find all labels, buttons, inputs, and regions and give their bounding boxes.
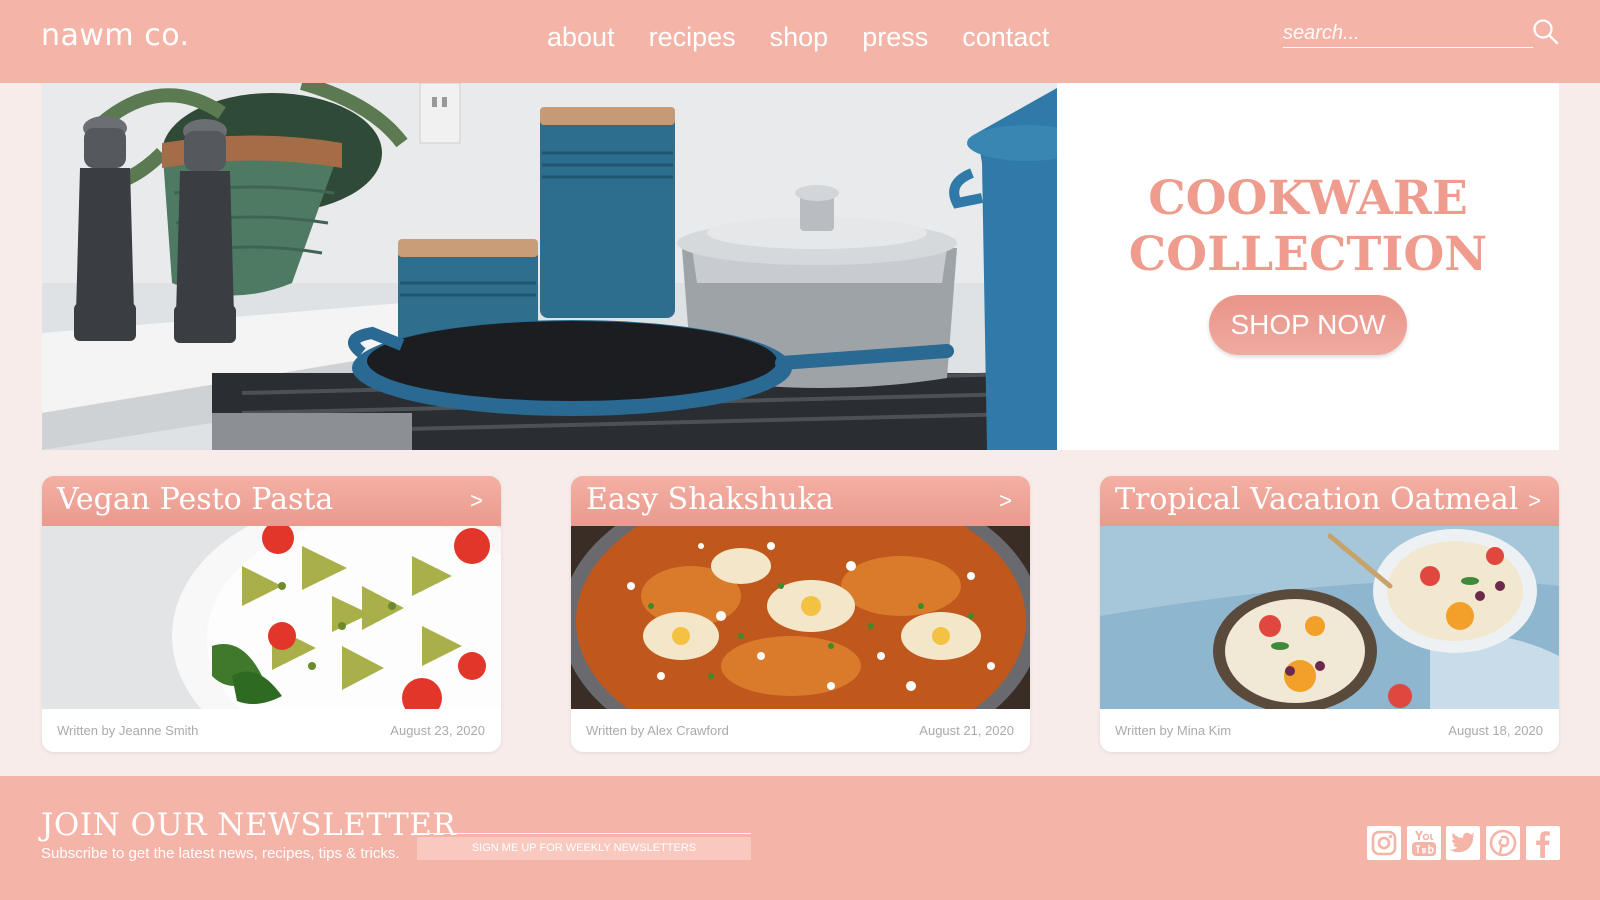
pesto-pasta-photo xyxy=(42,526,501,709)
card-date: August 18, 2020 xyxy=(1448,723,1543,738)
nav-shop[interactable]: shop xyxy=(770,22,829,53)
chevron-right-icon[interactable]: > xyxy=(470,488,483,514)
search-icon[interactable] xyxy=(1532,18,1560,46)
card-header[interactable]: Tropical Vacation Oatmeal > xyxy=(1100,476,1559,526)
card-header[interactable]: Easy Shakshuka > xyxy=(571,476,1030,526)
card-author: Written by Alex Crawford xyxy=(586,723,729,738)
instagram-icon[interactable] xyxy=(1367,826,1401,860)
twitter-icon[interactable] xyxy=(1446,826,1480,860)
hero-title-line-2: COLLECTION xyxy=(1128,227,1488,282)
youtube-icon[interactable] xyxy=(1407,826,1441,860)
card-date: August 21, 2020 xyxy=(919,723,1014,738)
newsletter-divider xyxy=(417,833,751,834)
nav-recipes[interactable]: recipes xyxy=(649,22,736,53)
recipe-card-tropical-vacation-oatmeal[interactable]: Tropical Vacation Oatmeal > Written by M… xyxy=(1100,476,1559,752)
search-box xyxy=(1283,20,1533,48)
card-author: Written by Mina Kim xyxy=(1115,723,1232,738)
card-title[interactable]: Easy Shakshuka xyxy=(586,482,834,517)
chevron-right-icon[interactable]: > xyxy=(999,488,1012,514)
facebook-icon[interactable] xyxy=(1526,826,1560,860)
card-footer: Written by Mina Kim August 18, 2020 xyxy=(1100,709,1559,752)
newsletter-footer: JOIN OUR NEWSLETTER Subscribe to get the… xyxy=(0,776,1600,900)
hero-title-line-1: COOKWARE xyxy=(1148,171,1468,226)
site-logo[interactable]: nawm co. xyxy=(41,18,190,53)
newsletter-title: JOIN OUR NEWSLETTER xyxy=(41,807,457,843)
nav-about[interactable]: about xyxy=(547,22,615,53)
site-header: nawm co. about recipes shop press contac… xyxy=(0,0,1600,83)
hero-banner: COOKWARE COLLECTION SHOP NOW xyxy=(42,83,1559,450)
card-title[interactable]: Tropical Vacation Oatmeal xyxy=(1115,482,1518,517)
oatmeal-photo xyxy=(1100,526,1559,709)
nav-contact[interactable]: contact xyxy=(962,22,1049,53)
pinterest-icon[interactable] xyxy=(1486,826,1520,860)
card-header[interactable]: Vegan Pesto Pasta > xyxy=(42,476,501,526)
chevron-right-icon[interactable]: > xyxy=(1528,488,1541,514)
cookware-photo xyxy=(42,83,1057,450)
recipe-card-vegan-pesto-pasta[interactable]: Vegan Pesto Pasta > Written by Jeanne Sm… xyxy=(42,476,501,752)
shop-now-button[interactable]: SHOP NOW xyxy=(1209,295,1407,355)
newsletter-signup-button[interactable]: SIGN ME UP FOR WEEKLY NEWSLETTERS xyxy=(417,837,751,860)
hero-text-panel: COOKWARE COLLECTION SHOP NOW xyxy=(1057,83,1559,450)
card-date: August 23, 2020 xyxy=(390,723,485,738)
search-input[interactable] xyxy=(1283,20,1533,47)
card-footer: Written by Jeanne Smith August 23, 2020 xyxy=(42,709,501,752)
card-title[interactable]: Vegan Pesto Pasta xyxy=(57,482,333,517)
recipe-card-easy-shakshuka[interactable]: Easy Shakshuka > Written by Alex Crawfor… xyxy=(571,476,1030,752)
nav-press[interactable]: press xyxy=(862,22,928,53)
shakshuka-photo xyxy=(571,526,1030,709)
card-author: Written by Jeanne Smith xyxy=(57,723,199,738)
card-footer: Written by Alex Crawford August 21, 2020 xyxy=(571,709,1030,752)
hero-title: COOKWARE COLLECTION xyxy=(1057,171,1559,283)
main-nav: about recipes shop press contact xyxy=(547,22,1049,53)
newsletter-subtitle: Subscribe to get the latest news, recipe… xyxy=(41,845,400,862)
